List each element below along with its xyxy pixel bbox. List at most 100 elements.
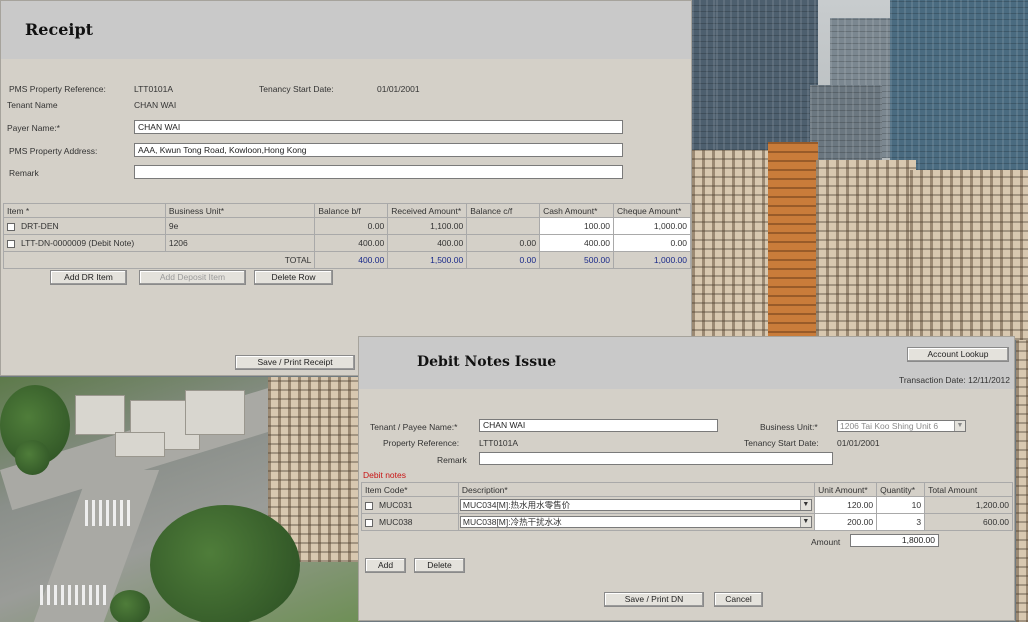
balance-cf-cell bbox=[466, 217, 541, 235]
column-header-total-amount: Total Amount bbox=[924, 482, 1013, 497]
item-code: MUC031 bbox=[379, 500, 413, 510]
tenant-payee-label: Tenant / Payee Name:* bbox=[370, 422, 458, 432]
remark-input[interactable] bbox=[134, 165, 623, 179]
cash-amount-input[interactable]: 400.00 bbox=[539, 234, 614, 252]
cheque-amount-input[interactable]: 0.00 bbox=[612, 234, 692, 252]
crosswalk bbox=[85, 500, 130, 526]
row-select-checkbox[interactable] bbox=[7, 239, 15, 248]
column-header-quantity: Quantity* bbox=[876, 482, 926, 497]
tower-building bbox=[810, 85, 882, 165]
amount-label: Amount bbox=[811, 537, 841, 547]
description-select[interactable]: MUC034[M]:热水用水零售价 ▼ bbox=[459, 499, 812, 511]
apartment-building bbox=[768, 142, 818, 342]
item-cell: LTT-DN-0000009 (Debit Note) bbox=[3, 234, 166, 252]
chevron-down-icon: ▼ bbox=[954, 421, 965, 431]
add-dr-item-button[interactable]: Add DR Item bbox=[50, 270, 127, 285]
pms-address-label: PMS Property Address: bbox=[9, 146, 98, 156]
description-select[interactable]: MUC038[M]:冷热干扰水冰 ▼ bbox=[459, 516, 812, 528]
cash-amount-input[interactable]: 100.00 bbox=[539, 217, 614, 235]
pms-ref-value: LTT0101A bbox=[134, 84, 174, 94]
tenant-name-value: CHAN WAI bbox=[134, 100, 177, 110]
tower-building bbox=[716, 0, 818, 150]
unit-amount-input[interactable]: 200.00 bbox=[814, 513, 878, 531]
receipt-items-table: Item * Business Unit* Balance b/f Receiv… bbox=[2, 203, 692, 269]
quantity-input[interactable]: 10 bbox=[876, 496, 926, 514]
item-code-cell: MUC031 bbox=[361, 496, 459, 514]
balance-bf-cell: 0.00 bbox=[314, 217, 389, 235]
row-select-checkbox[interactable] bbox=[365, 518, 373, 527]
column-header-balance-cf: Balance c/f bbox=[466, 203, 541, 218]
delete-button[interactable]: Delete bbox=[414, 558, 465, 573]
chevron-down-icon: ▼ bbox=[799, 517, 811, 527]
remark-input[interactable] bbox=[479, 452, 833, 465]
column-header-item-code: Item Code* bbox=[361, 482, 459, 497]
add-deposit-item-button[interactable]: Add Deposit Item bbox=[139, 270, 246, 285]
payer-name-label: Payer Name:* bbox=[7, 123, 60, 133]
table-row: MUC038 MUC038[M]:冷热干扰水冰 ▼ 200.00 3 600.0… bbox=[361, 513, 1013, 531]
account-lookup-button[interactable]: Account Lookup bbox=[907, 347, 1009, 362]
low-building bbox=[115, 432, 165, 457]
total-label: TOTAL bbox=[2, 251, 316, 269]
total-received-amount: 1,500.00 bbox=[387, 251, 468, 269]
cancel-button[interactable]: Cancel bbox=[714, 592, 763, 607]
item-code-cell: MUC038 bbox=[361, 513, 459, 531]
column-header-received-amount: Received Amount* bbox=[387, 203, 468, 218]
crosswalk bbox=[40, 585, 110, 605]
description-value: MUC034[M]:热水用水零售价 bbox=[462, 500, 571, 510]
balance-cf-cell: 0.00 bbox=[466, 234, 541, 252]
apartment-building bbox=[910, 170, 1028, 340]
item-cell: DRT-DEN bbox=[3, 217, 166, 235]
save-print-receipt-button[interactable]: Save / Print Receipt bbox=[235, 355, 355, 370]
tenant-payee-input[interactable]: CHAN WAI bbox=[479, 419, 718, 432]
column-header-description: Description* bbox=[457, 482, 816, 497]
quantity-input[interactable]: 3 bbox=[876, 513, 926, 531]
row-select-checkbox[interactable] bbox=[7, 222, 15, 231]
total-cheque-amount: 1,000.00 bbox=[612, 251, 692, 269]
amount-value: 1,800.00 bbox=[850, 534, 939, 547]
item-code: LTT-DN-0000009 (Debit Note) bbox=[21, 238, 135, 248]
pms-address-input[interactable]: AAA, Kwun Tong Road, Kowloon,Hong Kong bbox=[134, 143, 623, 157]
apartment-building bbox=[1016, 340, 1028, 622]
table-row: DRT-DEN 9e 0.00 1,100.00 100.00 1,000.00 bbox=[3, 217, 692, 235]
item-code: MUC038 bbox=[379, 517, 413, 527]
table-header-row: Item * Business Unit* Balance b/f Receiv… bbox=[3, 203, 692, 218]
total-amount-cell: 600.00 bbox=[924, 513, 1013, 531]
row-select-checkbox[interactable] bbox=[365, 501, 373, 510]
total-amount-cell: 1,200.00 bbox=[924, 496, 1013, 514]
table-row: MUC031 MUC034[M]:热水用水零售价 ▼ 120.00 10 1,2… bbox=[361, 496, 1013, 514]
add-button[interactable]: Add bbox=[365, 558, 406, 573]
apartment-building bbox=[816, 160, 916, 340]
chevron-down-icon: ▼ bbox=[799, 500, 811, 510]
received-amount-cell[interactable]: 400.00 bbox=[387, 234, 468, 252]
business-unit-value: 1206 Tai Koo Shing Unit 6 bbox=[840, 421, 939, 431]
total-row: TOTAL 400.00 1,500.00 0.00 500.00 1,000.… bbox=[2, 251, 692, 269]
receipt-window: Receipt PMS Property Reference: LTT0101A… bbox=[0, 0, 692, 376]
tower-building bbox=[692, 0, 716, 150]
received-amount-cell[interactable]: 1,100.00 bbox=[387, 217, 468, 235]
tenant-name-label: Tenant Name bbox=[7, 100, 58, 110]
low-building bbox=[75, 395, 125, 435]
tenancy-start-value: 01/01/2001 bbox=[377, 84, 420, 94]
total-balance-bf: 400.00 bbox=[314, 251, 389, 269]
tenancy-start-label: Tenancy Start Date: bbox=[259, 84, 334, 94]
pms-ref-label: PMS Property Reference: bbox=[9, 84, 106, 94]
description-value: MUC038[M]:冷热干扰水冰 bbox=[462, 517, 562, 527]
payer-name-input[interactable]: CHAN WAI bbox=[134, 120, 623, 134]
description-cell: MUC034[M]:热水用水零售价 ▼ bbox=[457, 496, 816, 514]
tenancy-start-label: Tenancy Start Date: bbox=[744, 438, 819, 448]
total-cash-amount: 500.00 bbox=[539, 251, 614, 269]
save-print-dn-button[interactable]: Save / Print DN bbox=[604, 592, 704, 607]
item-code: DRT-DEN bbox=[21, 221, 59, 231]
tree-cluster bbox=[150, 505, 300, 622]
business-unit-select[interactable]: 1206 Tai Koo Shing Unit 6 ▼ bbox=[837, 420, 966, 432]
cheque-amount-input[interactable]: 1,000.00 bbox=[612, 217, 692, 235]
tenancy-start-value: 01/01/2001 bbox=[837, 438, 880, 448]
balance-bf-cell: 400.00 bbox=[314, 234, 389, 252]
unit-amount-input[interactable]: 120.00 bbox=[814, 496, 878, 514]
column-header-cash-amount: Cash Amount* bbox=[539, 203, 614, 218]
tree-cluster bbox=[15, 440, 50, 475]
business-unit-label: Business Unit:* bbox=[760, 422, 818, 432]
description-cell: MUC038[M]:冷热干扰水冰 ▼ bbox=[457, 513, 816, 531]
delete-row-button[interactable]: Delete Row bbox=[254, 270, 333, 285]
table-header-row: Item Code* Description* Unit Amount* Qua… bbox=[361, 482, 1013, 497]
